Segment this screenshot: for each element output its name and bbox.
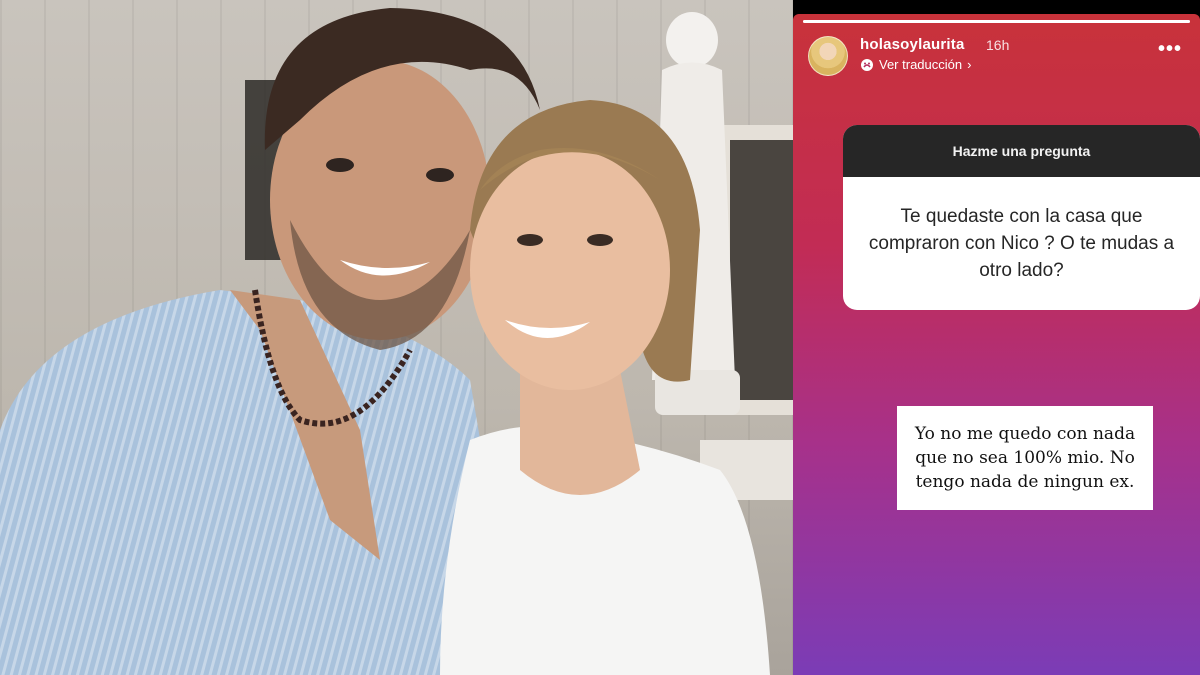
- translate-label: Ver traducción: [879, 57, 963, 72]
- instagram-story: holasoylaurita 16h Ver traducción › ••• …: [793, 0, 1200, 675]
- story-progress-bar: [803, 20, 1190, 23]
- question-text: Te quedaste con la casa que compraron co…: [868, 206, 1175, 281]
- translate-icon: [861, 58, 873, 71]
- photo-couple-illustration: [0, 8, 793, 675]
- story-progress-fill: [803, 20, 1190, 23]
- question-header: Hazme una pregunta: [843, 125, 1200, 177]
- answer-text-box: Yo no me quedo con nada que no sea 100% …: [897, 406, 1153, 510]
- question-sticker: Hazme una pregunta Te quedaste con la ca…: [843, 125, 1200, 310]
- story-background: [793, 14, 1200, 675]
- answer-text: Yo no me quedo con nada que no sea 100% …: [914, 424, 1136, 492]
- photo-panel: [0, 0, 793, 675]
- avatar[interactable]: [808, 36, 848, 76]
- story-timestamp: 16h: [986, 37, 1010, 53]
- translate-link[interactable]: Ver traducción ›: [860, 57, 971, 72]
- chevron-right-icon: ›: [967, 57, 972, 72]
- story-username[interactable]: holasoylaurita: [860, 36, 965, 53]
- more-options-icon[interactable]: •••: [1158, 39, 1182, 59]
